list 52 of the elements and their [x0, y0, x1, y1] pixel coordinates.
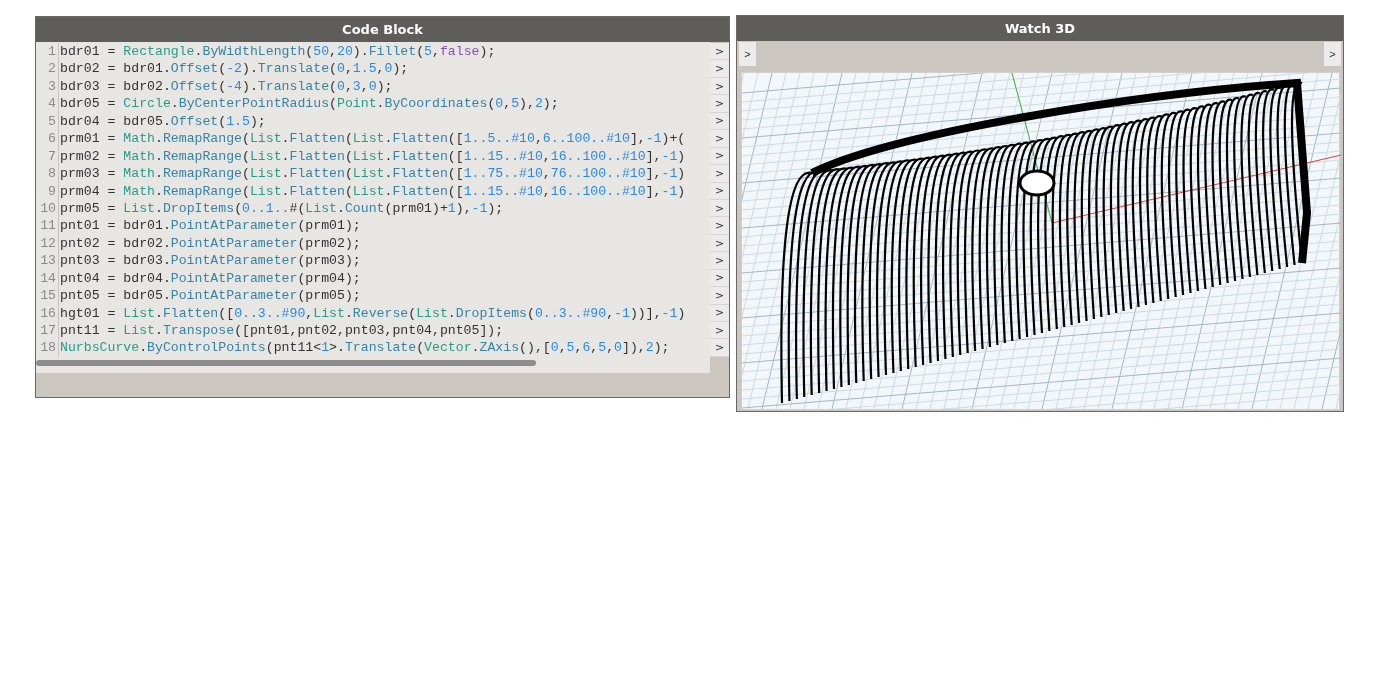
code-line: pnt11 = List.Transpose([pnt01,pnt02,pnt03,pnt04,pnt05]); [60, 322, 504, 340]
output-port[interactable]: > [710, 339, 729, 357]
line-number: 3 [36, 77, 59, 96]
output-port[interactable]: > [710, 252, 729, 270]
line-number: 1 [36, 43, 59, 61]
code-line: bdr02 = bdr01.Offset(-2).Translate(0,1.5,0); [60, 60, 409, 78]
code-line: NurbsCurve.ByControlPoints(pnt11<1>.Translate(Vector.ZAxis(),[0,5,6,5,0]),2); [60, 339, 670, 357]
line-number: 17 [36, 322, 59, 340]
line-number: 15 [36, 287, 59, 305]
line-number: 10 [36, 199, 59, 218]
line-number: 13 [36, 252, 59, 270]
line-number: 2 [36, 60, 59, 78]
code-editor[interactable] [36, 42, 710, 373]
output-port[interactable]: > [1324, 42, 1341, 66]
code-line: pnt01 = bdr01.PointAtParameter(prm01); [60, 217, 361, 235]
scrollbar-thumb[interactable] [36, 359, 536, 366]
output-port[interactable]: > [710, 43, 729, 61]
line-number: 18 [36, 339, 59, 357]
code-line: hgt01 = List.Flatten([0..3..#90,List.Reverse(List.DropItems(0..3..#90,-1))],-1) [60, 304, 686, 322]
output-port[interactable]: > [710, 165, 729, 183]
line-number: 4 [36, 95, 59, 113]
output-port[interactable]: > [710, 217, 729, 235]
code-line: bdr05 = Circle.ByCenterPointRadius(Point.ByCoordinates(0,5),2); [60, 95, 559, 113]
line-number: 12 [36, 234, 59, 253]
code-line: pnt02 = bdr02.PointAtParameter(prm02); [60, 234, 361, 253]
output-port[interactable]: > [710, 130, 729, 148]
input-port[interactable]: > [739, 42, 756, 66]
code-line: pnt04 = bdr04.PointAtParameter(prm04); [60, 269, 361, 288]
code-line: prm03 = Math.RemapRange(List.Flatten(List.Flatten([1..75..#10,76..100..#10],-1) [60, 165, 686, 183]
line-number: 11 [36, 217, 59, 235]
code-line: bdr01 = Rectangle.ByWidthLength(50,20).Fillet(5,false); [60, 43, 496, 61]
line-number: 6 [36, 130, 59, 148]
output-port[interactable]: > [710, 60, 729, 78]
code-line: prm05 = List.DropItems(0..1..#(List.Count(prm01)+1),-1); [60, 199, 504, 218]
code-line: prm04 = Math.RemapRange(List.Flatten(List.Flatten([1..15..#10,16..100..#10],-1) [60, 182, 686, 200]
output-port[interactable]: > [710, 322, 729, 340]
code-line: bdr04 = bdr05.Offset(1.5); [60, 112, 266, 131]
line-number: 9 [36, 182, 59, 200]
code-line: prm01 = Math.RemapRange(List.Flatten(List.Flatten([1..5..#10,6..100..#10],-1)+( [60, 130, 686, 148]
line-number: 16 [36, 304, 59, 322]
node-title: Watch 3D [737, 16, 1343, 41]
code-line: pnt03 = bdr03.PointAtParameter(prm03); [60, 252, 361, 270]
line-number: 5 [36, 112, 59, 131]
code-line: prm02 = Math.RemapRange(List.Flatten(List.Flatten([1..15..#10,16..100..#10],-1) [60, 147, 686, 166]
line-number: 7 [36, 147, 59, 166]
line-number: 14 [36, 269, 59, 288]
node-title: Code Block [36, 17, 729, 42]
line-number: 8 [36, 165, 59, 183]
output-port[interactable]: > [710, 287, 729, 305]
output-port[interactable]: > [710, 95, 729, 113]
code-line: pnt05 = bdr05.PointAtParameter(prm05); [60, 287, 361, 305]
code-line: bdr03 = bdr02.Offset(-4).Translate(0,3,0); [60, 77, 393, 96]
